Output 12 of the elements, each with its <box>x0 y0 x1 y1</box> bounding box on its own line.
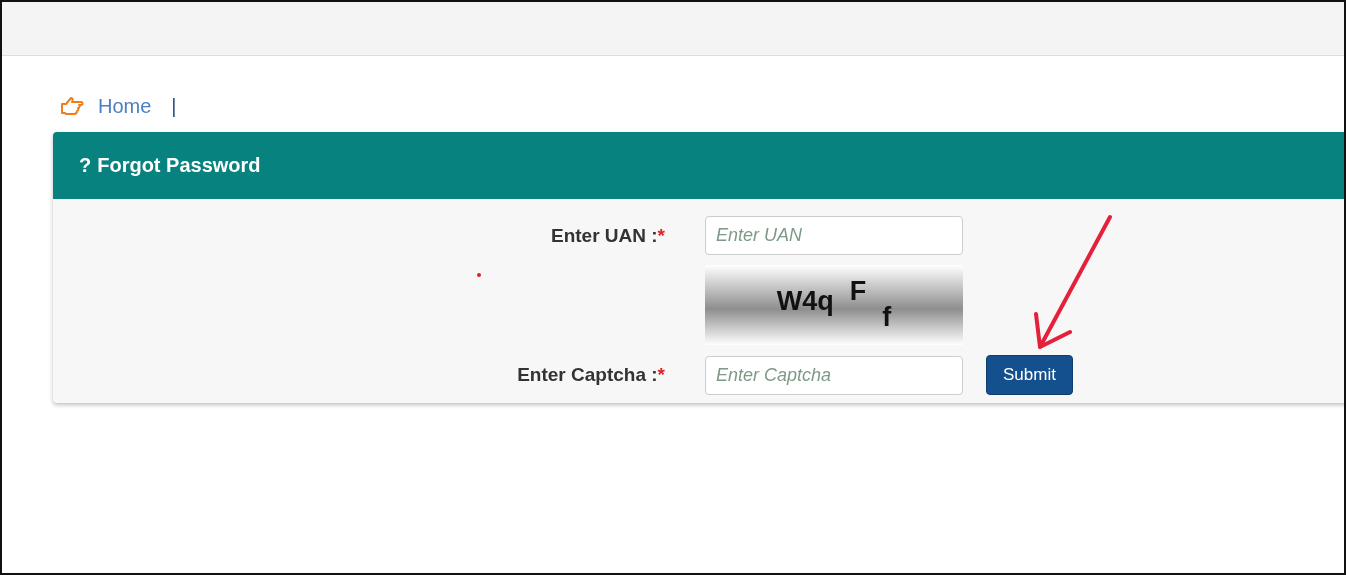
pointing-hand-icon <box>60 96 84 116</box>
field-label: Enter UAN :* <box>550 224 665 247</box>
submit-button[interactable]: Submit <box>986 355 1073 395</box>
question-icon: ? <box>79 154 92 177</box>
home-link[interactable]: Home <box>98 94 152 118</box>
captcha-image: W4q F f <box>705 265 963 345</box>
captcha-field[interactable]: Enter Captcha <box>705 355 963 395</box>
uan-field[interactable]: Enter UAN <box>705 216 963 255</box>
panel-title: Forgot Password <box>97 154 261 177</box>
stray-dot <box>477 273 481 277</box>
breadcrumb-separator: | <box>171 94 177 118</box>
field-label: Enter Captcha :* <box>517 364 665 386</box>
